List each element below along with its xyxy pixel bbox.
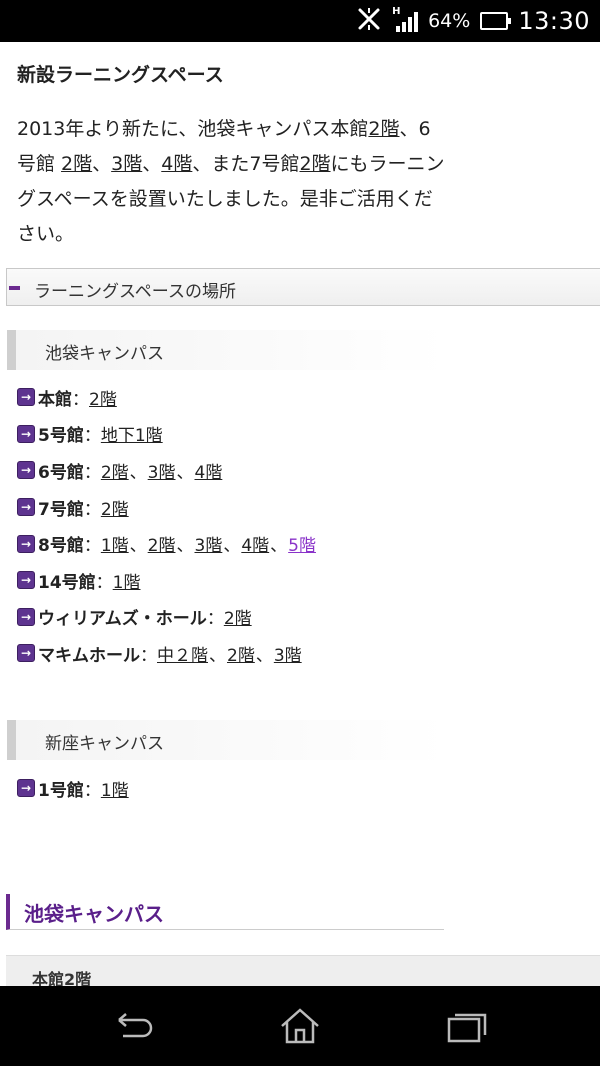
floor-link[interactable]: 2階	[148, 531, 176, 556]
floor-link[interactable]: 1階	[113, 568, 141, 593]
colon: ：	[72, 389, 89, 410]
floor-link[interactable]: 2階	[101, 458, 129, 483]
floor-link[interactable]: 3階	[274, 641, 302, 666]
floor-link[interactable]: 1階	[101, 531, 129, 556]
floor-separator: 、	[176, 462, 194, 483]
building-list-ikebukuro: → 本館： 2階 → 5号館：地下1階 → 6号館： 2階、 3階、 4階 → 7号館： 2階 → 8号館：…	[17, 379, 316, 672]
link-honkan-2f[interactable]: 2階	[368, 118, 399, 140]
battery-percent: 64%	[428, 10, 471, 32]
floor-separator: 、	[209, 645, 226, 666]
lead-paragraph: 2013年より新たに、池袋キャンパス本館2階、6号館 2階、3階、4階、また7号…	[17, 112, 447, 252]
location-section-title: ラーニングスペースの場所	[34, 282, 236, 302]
nfc-icon	[356, 6, 382, 36]
building-item: → 6号館： 2階、 3階、 4階	[17, 452, 316, 489]
page-title: 新設ラーニングスペース	[17, 64, 224, 86]
floor-link[interactable]: 中２階	[157, 641, 208, 666]
floor-separator: 、	[255, 645, 273, 666]
floor-separator: 、	[270, 536, 288, 557]
building-item: → 1号館： 1階	[17, 770, 129, 807]
lead-text: 、	[92, 153, 112, 175]
building-name: 8号館	[38, 536, 84, 557]
building-name: マキムホール	[38, 645, 140, 666]
battery-icon	[480, 12, 512, 30]
building-item: → 5号館：地下1階	[17, 416, 316, 453]
floor-link[interactable]: 2階	[224, 604, 252, 629]
building-name: 1号館	[38, 780, 84, 801]
building-name: 14号館	[38, 572, 96, 593]
floor-link[interactable]: 2階	[227, 641, 255, 666]
arrow-right-icon: →	[17, 388, 35, 407]
floor-link[interactable]: 3階	[195, 531, 223, 556]
building-name: 5号館	[38, 426, 84, 447]
floor-link[interactable]: 2階	[101, 495, 129, 520]
arrow-right-icon: →	[17, 779, 35, 798]
floor-link[interactable]: 3階	[148, 458, 176, 483]
colon: ：	[83, 462, 101, 483]
colon: ：	[83, 499, 101, 520]
floor-link[interactable]: 2階	[89, 385, 117, 410]
floor-link[interactable]: 5階	[288, 531, 316, 556]
campus-subheading-ikebukuro: 池袋キャンパス	[7, 330, 447, 370]
status-bar: H 64% 13:30	[0, 0, 600, 42]
colon: ：	[83, 780, 101, 801]
arrow-right-icon: →	[17, 498, 35, 517]
building-item: → 7号館： 2階	[17, 489, 316, 526]
clock: 13:30	[518, 7, 590, 35]
campus-section-heading: 池袋キャンパス	[6, 894, 444, 930]
building-item: → 本館： 2階	[17, 379, 316, 416]
recent-apps-icon[interactable]	[445, 1006, 489, 1046]
colon: ：	[95, 572, 113, 593]
building-item: → マキムホール：中２階、 2階、 3階	[17, 635, 316, 672]
back-icon[interactable]	[111, 1006, 155, 1046]
floor-section-heading: 本館2階	[6, 955, 600, 986]
floor-link[interactable]: 1階	[101, 776, 129, 801]
floor-section-title: 本館2階	[32, 970, 92, 986]
arrow-right-icon: →	[17, 571, 35, 590]
floor-link[interactable]: 4階	[195, 458, 223, 483]
colon: ：	[83, 426, 101, 447]
floor-separator: 、	[129, 536, 147, 557]
arrow-right-icon: →	[17, 534, 35, 553]
building-list-niiza: → 1号館： 1階	[17, 770, 129, 807]
page-content[interactable]: 新設ラーニングスペース 2013年より新たに、池袋キャンパス本館2階、6号館 2…	[0, 42, 600, 986]
signal-icon: H	[392, 6, 419, 32]
campus-name: 新座キャンパス	[45, 734, 164, 754]
campus-section-title: 池袋キャンパス	[24, 902, 164, 926]
arrow-right-icon: →	[17, 424, 35, 443]
home-icon[interactable]	[278, 1006, 322, 1046]
lead-text: 、また7号館	[192, 153, 300, 175]
floor-link[interactable]: 4階	[241, 531, 269, 556]
floor-link[interactable]: 地下1階	[101, 421, 163, 446]
building-name: 本館	[38, 389, 72, 410]
building-name: 6号館	[38, 462, 84, 483]
navigation-bar	[0, 986, 600, 1066]
link-bldg6-4f[interactable]: 4階	[161, 153, 192, 175]
floor-separator: 、	[129, 462, 147, 483]
link-bldg6-3f[interactable]: 3階	[111, 153, 142, 175]
arrow-right-icon: →	[17, 644, 35, 663]
arrow-right-icon: →	[17, 461, 35, 480]
colon: ：	[83, 536, 101, 557]
arrow-right-icon: →	[17, 607, 35, 626]
campus-subheading-niiza: 新座キャンパス	[7, 720, 447, 760]
floor-separator: 、	[176, 536, 194, 557]
building-item: → ウィリアムズ・ホール： 2階	[17, 599, 316, 636]
building-name: ウィリアムズ・ホール	[38, 609, 207, 630]
building-item: → 14号館： 1階	[17, 562, 316, 599]
floor-separator: 、	[223, 536, 241, 557]
building-name: 7号館	[38, 499, 84, 520]
colon: ：	[140, 645, 157, 666]
link-bldg7-2f[interactable]: 2階	[299, 153, 330, 175]
colon: ：	[206, 609, 224, 630]
location-section-header[interactable]: ラーニングスペースの場所	[6, 268, 600, 306]
link-bldg6-2f[interactable]: 2階	[61, 153, 92, 175]
collapse-icon	[9, 286, 20, 290]
building-item: → 8号館： 1階、 2階、 3階、 4階、 5階	[17, 525, 316, 562]
lead-text: 、	[142, 153, 162, 175]
campus-name: 池袋キャンパス	[45, 344, 164, 364]
lead-text: 2013年より新たに、池袋キャンパス本館	[17, 118, 369, 140]
